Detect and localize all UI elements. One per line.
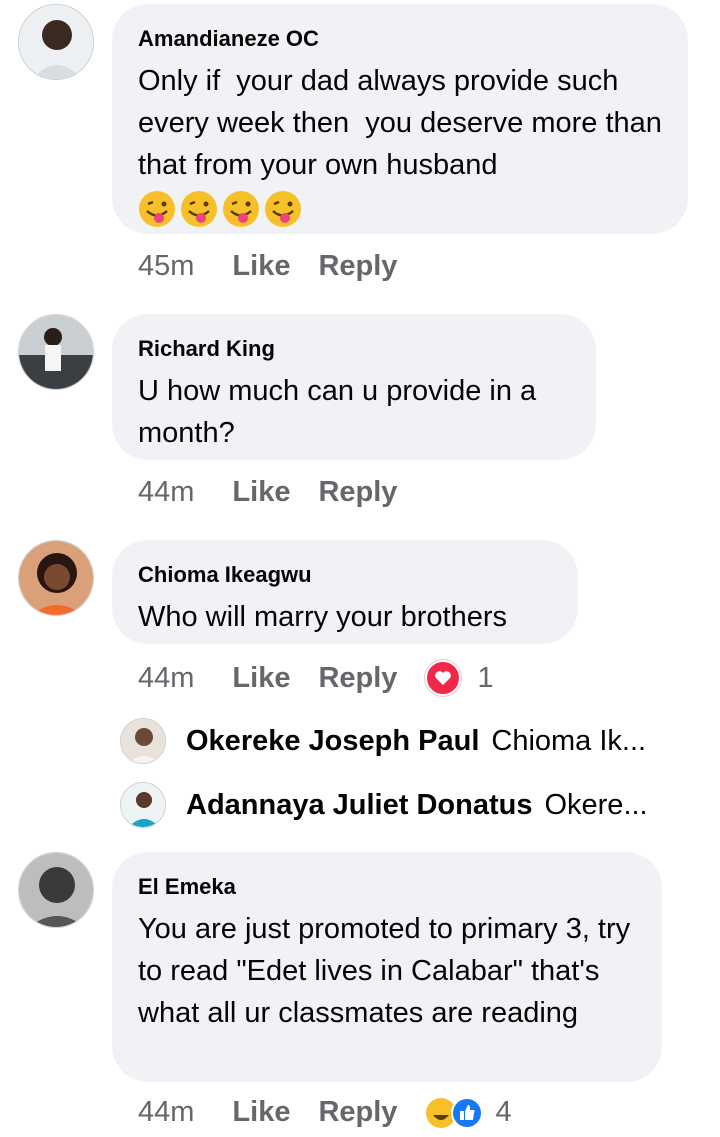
comment-author[interactable]: Richard King <box>138 336 570 362</box>
reply-text: Okere... <box>544 788 648 821</box>
like-button[interactable]: Like <box>232 476 290 509</box>
reply-button[interactable]: Reply <box>318 1096 397 1129</box>
like-button[interactable]: Like <box>232 662 290 695</box>
tongue-emoji-icon <box>265 191 301 227</box>
comment-bubble: El Emeka You are just promoted to primar… <box>112 852 662 1082</box>
avatar[interactable] <box>120 782 166 828</box>
comment-time[interactable]: 44m <box>138 662 194 695</box>
tongue-emoji-icon <box>181 191 217 227</box>
comment-text: You are just promoted to primary 3, try … <box>138 913 639 1029</box>
comment-author[interactable]: Chioma Ikeagwu <box>138 562 552 588</box>
comment-actions: 44m Like Reply 1 <box>138 660 494 696</box>
comment-bubble: Amandianeze OC Only if your dad always p… <box>112 4 688 234</box>
comment-actions: 45m Like Reply <box>138 250 425 283</box>
comment-bubble: Chioma Ikeagwu Who will marry your broth… <box>112 540 578 644</box>
reply-preview[interactable]: Adannaya Juliet Donatus Okere... <box>120 782 648 828</box>
like-button[interactable]: Like <box>232 250 290 283</box>
avatar[interactable] <box>120 718 166 764</box>
comment-bubble: Richard King U how much can u provide in… <box>112 314 596 460</box>
comment-time[interactable]: 44m <box>138 1096 194 1129</box>
reply-author[interactable]: Okereke Joseph Paul <box>186 725 479 758</box>
comment-author[interactable]: Amandianeze OC <box>138 26 662 52</box>
reaction-count[interactable]: 1 <box>477 662 493 695</box>
reply-text: Chioma Ik... <box>491 724 647 757</box>
reply-button[interactable]: Reply <box>318 662 397 695</box>
reaction-count[interactable]: 4 <box>495 1096 511 1129</box>
avatar[interactable] <box>18 314 94 390</box>
love-reaction-icon[interactable] <box>425 660 462 696</box>
avatar[interactable] <box>18 4 94 80</box>
avatar[interactable] <box>18 852 94 928</box>
comment-text: Who will marry your brothers <box>138 601 508 633</box>
reply-button[interactable]: Reply <box>318 250 397 283</box>
reply-preview[interactable]: Okereke Joseph Paul Chioma Ik... <box>120 718 646 764</box>
comment-text: U how much can u provide in a month? <box>138 375 545 449</box>
tongue-emoji-icon <box>223 191 259 227</box>
comment-time[interactable]: 44m <box>138 476 194 509</box>
reply-button[interactable]: Reply <box>318 476 397 509</box>
avatar[interactable] <box>18 540 94 616</box>
like-button[interactable]: Like <box>232 1096 290 1129</box>
emoji-row <box>138 190 662 228</box>
reply-author[interactable]: Adannaya Juliet Donatus <box>186 789 532 822</box>
comment-actions: 44m Like Reply 4 <box>138 1096 512 1129</box>
comment-text: Only if your dad always provide such eve… <box>138 65 670 181</box>
comment-time[interactable]: 45m <box>138 250 194 283</box>
tongue-emoji-icon <box>139 191 175 227</box>
comment-actions: 44m Like Reply <box>138 476 425 509</box>
comment-author[interactable]: El Emeka <box>138 874 636 900</box>
